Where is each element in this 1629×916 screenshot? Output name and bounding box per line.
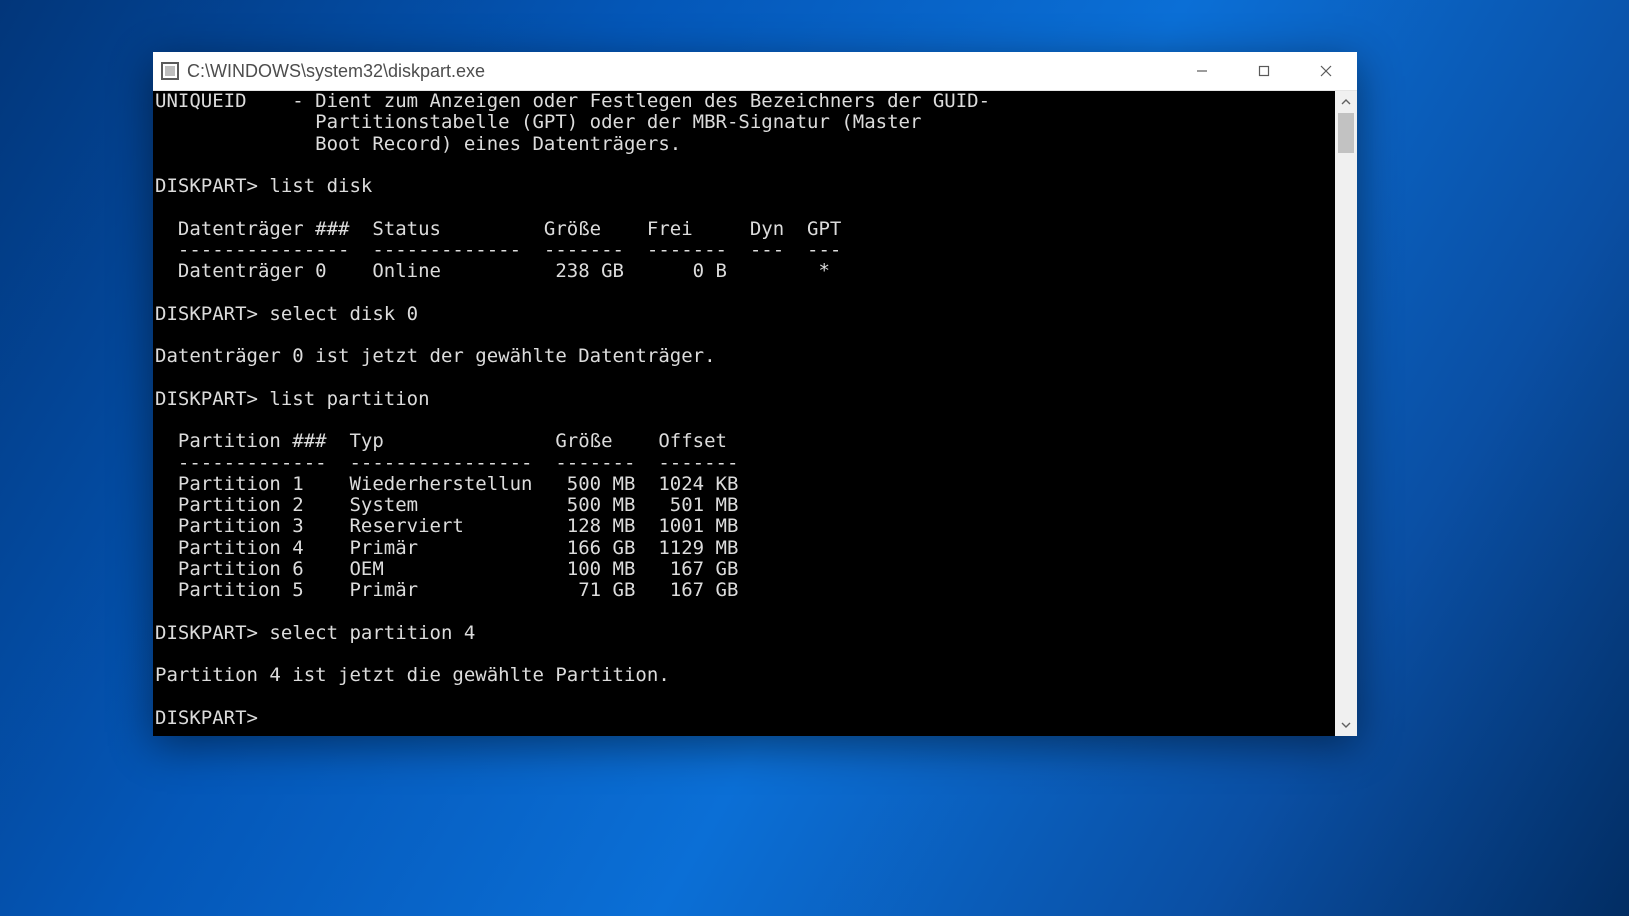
scrollbar-thumb[interactable] [1338, 113, 1354, 153]
partition-table-row: Partition 2 System 500 MB 501 MB [155, 494, 738, 516]
partition-table-row: Partition 1 Wiederherstellun 500 MB 1024… [155, 473, 738, 495]
chevron-down-icon [1341, 720, 1351, 730]
prompt-line: DISKPART> [155, 707, 269, 729]
prompt-line: DISKPART> list partition [155, 388, 430, 410]
chevron-up-icon [1341, 97, 1351, 107]
minimize-button[interactable] [1171, 52, 1233, 90]
partition-table-row: Partition 3 Reserviert 128 MB 1001 MB [155, 515, 738, 537]
window-controls [1171, 52, 1357, 90]
partition-table-header: Partition ### Typ Größe Offset [155, 430, 727, 452]
prompt-line: DISKPART> select disk 0 [155, 303, 418, 325]
console-output[interactable]: UNIQUEID - Dient zum Anzeigen oder Festl… [153, 91, 1335, 736]
disk-table-row: Datenträger 0 Online 238 GB 0 B * [155, 260, 830, 282]
help-text-line: Partitionstabelle (GPT) oder der MBR-Sig… [155, 111, 921, 133]
app-icon [161, 62, 179, 80]
partition-table-separator: ------------- ---------------- ------- -… [155, 452, 738, 474]
scroll-down-button[interactable] [1335, 714, 1357, 736]
prompt-line: DISKPART> list disk [155, 175, 372, 197]
minimize-icon [1196, 65, 1208, 77]
disk-table-header: Datenträger ### Status Größe Frei Dyn GP… [155, 218, 841, 240]
vertical-scrollbar[interactable] [1335, 91, 1357, 736]
window-title: C:\WINDOWS\system32\diskpart.exe [187, 61, 1163, 82]
partition-table-row: Partition 5 Primär 71 GB 167 GB [155, 579, 738, 601]
maximize-icon [1258, 65, 1270, 77]
client-area: UNIQUEID - Dient zum Anzeigen oder Festl… [153, 91, 1357, 736]
help-text-line: Boot Record) eines Datenträgers. [155, 133, 681, 155]
maximize-button[interactable] [1233, 52, 1295, 90]
partition-table-row: Partition 4 Primär 166 GB 1129 MB [155, 537, 738, 559]
close-icon [1320, 65, 1332, 77]
prompt-line: DISKPART> select partition 4 [155, 622, 475, 644]
help-text-line: UNIQUEID - Dient zum Anzeigen oder Festl… [155, 91, 990, 112]
partition-table-row: Partition 6 OEM 100 MB 167 GB [155, 558, 738, 580]
scrollbar-track[interactable] [1335, 113, 1357, 714]
status-message: Datenträger 0 ist jetzt der gewählte Dat… [155, 345, 716, 367]
status-message: Partition 4 ist jetzt die gewählte Parti… [155, 664, 670, 686]
scroll-up-button[interactable] [1335, 91, 1357, 113]
console-window: C:\WINDOWS\system32\diskpart.exe UNIQUEI… [153, 52, 1357, 736]
desktop-background: C:\WINDOWS\system32\diskpart.exe UNIQUEI… [0, 0, 1629, 916]
titlebar[interactable]: C:\WINDOWS\system32\diskpart.exe [153, 52, 1357, 91]
disk-table-separator: --------------- ------------- ------- --… [155, 239, 841, 261]
close-button[interactable] [1295, 52, 1357, 90]
